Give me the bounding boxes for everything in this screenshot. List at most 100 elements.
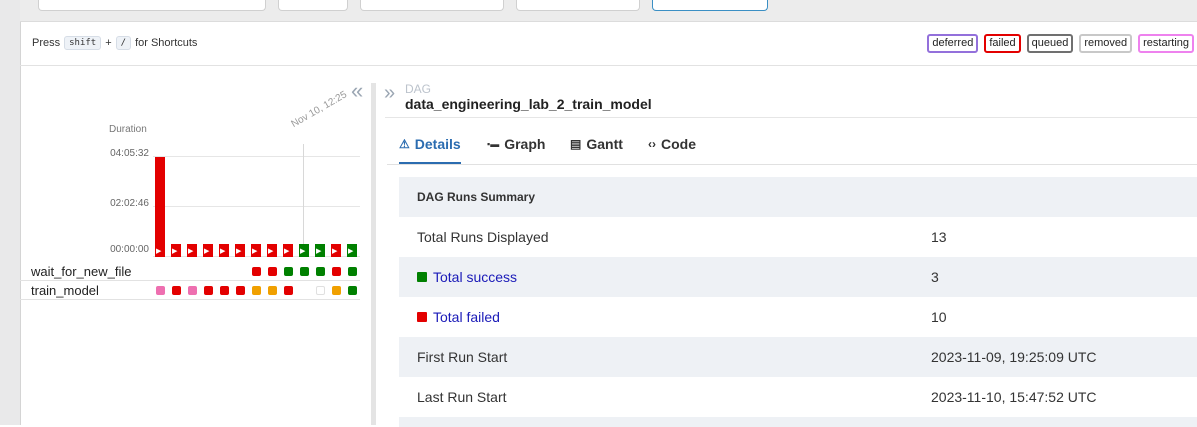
run-bar[interactable]: ▶ bbox=[235, 244, 245, 257]
expand-details-icon[interactable]: » bbox=[384, 83, 395, 103]
task-instance-square[interactable] bbox=[156, 286, 165, 295]
date-marker-line bbox=[303, 144, 304, 257]
tab-graph[interactable]: ▪▬ Graph bbox=[487, 126, 545, 162]
task-instance-square[interactable] bbox=[188, 286, 197, 295]
duration-axis-title: Duration bbox=[109, 124, 147, 135]
summary-key: Total Runs Displayed bbox=[417, 229, 549, 245]
play-icon: ▶ bbox=[252, 248, 258, 255]
play-icon: ▶ bbox=[188, 248, 194, 255]
task-instance-square[interactable] bbox=[268, 267, 277, 276]
legend-failed[interactable]: failed bbox=[984, 34, 1021, 53]
summary-key: Last Run Start bbox=[417, 389, 507, 405]
summary-key-wrap: Total success bbox=[417, 269, 517, 285]
run-bar[interactable]: ▶ bbox=[283, 244, 293, 257]
total-success-link[interactable]: Total success bbox=[433, 269, 517, 285]
summary-header-row: DAG Runs Summary bbox=[399, 177, 1197, 217]
task-instance-square[interactable] bbox=[204, 286, 213, 295]
dag-type-label: DAG bbox=[405, 82, 432, 96]
success-color-swatch bbox=[417, 272, 427, 282]
run-bar[interactable]: ▶ bbox=[155, 157, 165, 257]
task-instance-square[interactable] bbox=[268, 286, 277, 295]
graph-icon: ▪▬ bbox=[487, 139, 500, 149]
state-legend: deferred failed queued removed restartin… bbox=[927, 34, 1194, 53]
task-instance-square[interactable] bbox=[316, 286, 325, 295]
details-tabs: ⚠ Details ▪▬ Graph ▤ Gantt ‹› Code bbox=[387, 126, 1197, 165]
run-bar[interactable]: ▶ bbox=[171, 244, 181, 257]
run-bar[interactable]: ▶ bbox=[331, 244, 341, 257]
run-bar[interactable]: ▶ bbox=[299, 244, 309, 257]
summary-row-first-run: First Run Start 2023-11-09, 19:25:09 UTC bbox=[399, 337, 1197, 377]
play-icon: ▶ bbox=[316, 248, 322, 255]
legend-queued[interactable]: queued bbox=[1026, 34, 1074, 53]
task-instance-square[interactable] bbox=[252, 267, 261, 276]
task-name[interactable]: wait_for_new_file bbox=[31, 264, 131, 279]
task-instance-square[interactable] bbox=[220, 286, 229, 295]
summary-row-partial bbox=[399, 417, 1197, 427]
run-bar[interactable]: ▶ bbox=[219, 244, 229, 257]
task-instance-square[interactable] bbox=[332, 286, 341, 295]
plus-text: + bbox=[105, 37, 112, 49]
filter-date-input[interactable] bbox=[38, 0, 266, 11]
run-bar[interactable]: ▶ bbox=[251, 244, 261, 257]
summary-row-total-failed: Total failed 10 bbox=[399, 297, 1197, 337]
legend-removed[interactable]: removed bbox=[1079, 34, 1133, 53]
total-failed-link[interactable]: Total failed bbox=[433, 309, 500, 325]
filter-runs-select[interactable] bbox=[278, 0, 348, 11]
task-instance-square[interactable] bbox=[236, 286, 245, 295]
warning-triangle-icon: ⚠ bbox=[399, 137, 410, 151]
summary-key-wrap: Total failed bbox=[417, 309, 500, 325]
clear-filters-button[interactable] bbox=[652, 0, 768, 11]
task-instance-square[interactable] bbox=[348, 267, 357, 276]
task-row-wait-for-new-file[interactable]: wait_for_new_file bbox=[20, 262, 360, 281]
title-divider bbox=[385, 117, 1197, 118]
filter-run-type-select[interactable] bbox=[360, 0, 504, 11]
task-instance-square[interactable] bbox=[332, 267, 341, 276]
summary-value: 13 bbox=[931, 229, 947, 245]
task-instance-square[interactable] bbox=[252, 286, 261, 295]
task-instance-square[interactable] bbox=[284, 286, 293, 295]
code-icon: ‹› bbox=[648, 137, 656, 151]
tab-details[interactable]: ⚠ Details bbox=[399, 126, 461, 164]
run-bar[interactable]: ▶ bbox=[267, 244, 277, 257]
task-instance-square[interactable] bbox=[284, 267, 293, 276]
task-name[interactable]: train_model bbox=[31, 283, 99, 298]
shortcuts-suffix-text: for Shortcuts bbox=[135, 37, 198, 49]
play-icon: ▶ bbox=[348, 248, 354, 255]
filter-run-state-select[interactable] bbox=[516, 0, 640, 11]
gridline-mid bbox=[153, 206, 360, 207]
legend-restarting[interactable]: restarting bbox=[1138, 34, 1194, 53]
task-instance-square[interactable] bbox=[172, 286, 181, 295]
task-instance-square[interactable] bbox=[348, 286, 357, 295]
run-bar[interactable]: ▶ bbox=[315, 244, 325, 257]
shortcuts-press-text: Press bbox=[32, 37, 61, 49]
play-icon: ▶ bbox=[204, 248, 210, 255]
grid-panel: « Duration 04:05:32 02:02:46 00:00:00 No… bbox=[20, 66, 370, 425]
run-bar[interactable]: ▶ bbox=[187, 244, 197, 257]
run-bar[interactable]: ▶ bbox=[203, 244, 213, 257]
tab-gantt-label: Gantt bbox=[586, 136, 623, 152]
tab-graph-label: Graph bbox=[504, 136, 546, 152]
run-bar[interactable]: ▶ bbox=[347, 244, 357, 257]
summary-value: 2023-11-10, 15:47:52 UTC bbox=[931, 389, 1097, 405]
dag-runs-summary-table: DAG Runs Summary Total Runs Displayed 13… bbox=[399, 177, 1197, 427]
left-nav-strip bbox=[0, 0, 21, 425]
tab-details-label: Details bbox=[414, 136, 461, 152]
panel-resize-handle[interactable] bbox=[371, 83, 376, 425]
summary-row-last-run: Last Run Start 2023-11-10, 15:47:52 UTC bbox=[399, 377, 1197, 417]
play-icon: ▶ bbox=[284, 248, 290, 255]
tab-code[interactable]: ‹› Code bbox=[648, 126, 696, 162]
play-icon: ▶ bbox=[172, 248, 178, 255]
summary-key: First Run Start bbox=[417, 349, 508, 365]
task-instance-square[interactable] bbox=[316, 267, 325, 276]
gridline-max bbox=[153, 156, 360, 157]
tab-gantt[interactable]: ▤ Gantt bbox=[570, 126, 623, 162]
collapse-grid-icon[interactable]: « bbox=[351, 80, 363, 102]
tab-code-label: Code bbox=[661, 136, 696, 152]
legend-deferred[interactable]: deferred bbox=[927, 34, 979, 53]
summary-row-total-runs: Total Runs Displayed 13 bbox=[399, 217, 1197, 257]
summary-value: 3 bbox=[931, 269, 939, 285]
slash-key: / bbox=[115, 36, 132, 50]
shift-key: shift bbox=[64, 36, 102, 50]
summary-title: DAG Runs Summary bbox=[417, 190, 536, 204]
task-instance-square[interactable] bbox=[300, 267, 309, 276]
